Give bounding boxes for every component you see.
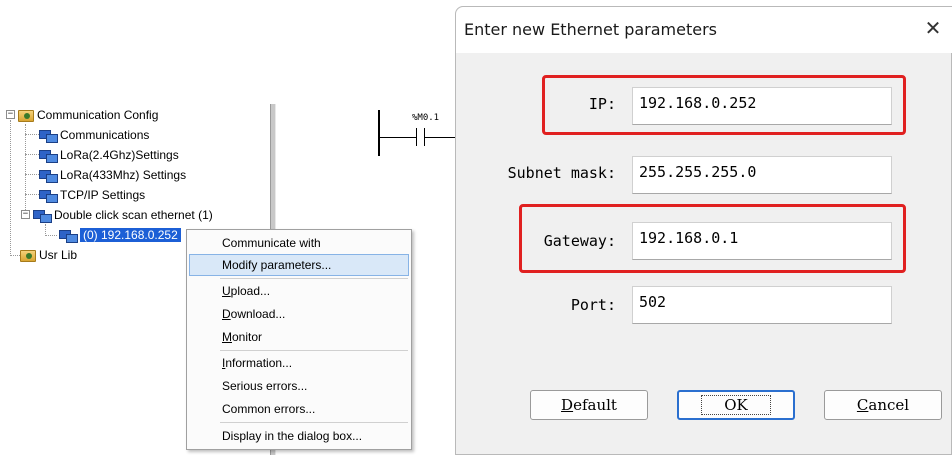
ip-input[interactable]: 192.168.0.252 xyxy=(632,87,892,125)
menu-item-rest: ownload... xyxy=(230,307,286,321)
collapse-toggle-icon[interactable]: − xyxy=(6,110,15,119)
folder-gear-icon xyxy=(18,109,34,122)
mnemonic-letter: D xyxy=(561,396,574,414)
port-input[interactable]: 502 xyxy=(632,286,892,324)
gateway-input[interactable]: 192.168.0.1 xyxy=(632,222,892,260)
menu-item-serious-errors[interactable]: Serious errors... xyxy=(189,375,409,397)
default-button[interactable]: Default xyxy=(530,390,648,420)
subnet-mask-input[interactable]: 255.255.255.0 xyxy=(632,156,892,194)
dialog-title: Enter new Ethernet parameters xyxy=(464,20,717,39)
dialog-titlebar[interactable]: Enter new Ethernet parameters ✕ xyxy=(456,7,952,53)
tree-item-label: Communications xyxy=(60,127,150,142)
network-icon xyxy=(39,188,58,203)
collapse-toggle-icon[interactable]: − xyxy=(21,210,30,219)
tree-connector xyxy=(10,255,20,256)
context-menu: Communicate with Modify parameters... Up… xyxy=(186,229,412,450)
network-icon xyxy=(39,168,58,183)
tree-connector xyxy=(25,134,39,135)
tree-item-lora-433mhz[interactable]: LoRa(433Mhz) Settings xyxy=(39,165,186,184)
tree-connector xyxy=(25,194,39,195)
menu-separator xyxy=(220,422,408,423)
network-icon xyxy=(39,148,58,163)
tree-connector xyxy=(25,124,26,212)
menu-separator xyxy=(220,350,408,351)
network-icon xyxy=(39,128,58,143)
menu-separator xyxy=(220,278,408,279)
menu-item-rest: onitor xyxy=(232,330,263,344)
menu-item-information[interactable]: Information... xyxy=(189,352,409,374)
tree-item-communication-config[interactable]: − Communication Config xyxy=(6,105,158,124)
rung-wire xyxy=(380,137,416,138)
tree-item-usr-lib[interactable]: Usr Lib xyxy=(20,245,77,264)
folder-gear-icon xyxy=(20,249,36,262)
tree-connector xyxy=(25,154,39,155)
ethernet-parameters-dialog: Enter new Ethernet parameters ✕ IP: 192.… xyxy=(455,6,952,455)
menu-item-communicate-with[interactable]: Communicate with xyxy=(189,232,409,254)
contact-variable-label: %M0.1 xyxy=(412,113,440,123)
menu-item-upload[interactable]: Upload... xyxy=(189,280,409,302)
ok-button[interactable]: OK xyxy=(677,390,795,420)
button-label-rest: ancel xyxy=(868,396,910,414)
menu-item-display-dialog[interactable]: Display in the dialog box... xyxy=(189,425,409,447)
port-label: Port: xyxy=(570,296,616,314)
tree-item-communications[interactable]: Communications xyxy=(39,125,149,144)
tree-item-lora-24ghz[interactable]: LoRa(2.4Ghz)Settings xyxy=(39,145,179,164)
power-rail xyxy=(378,110,380,156)
button-label-rest: efault xyxy=(573,396,617,414)
tree-item-label: Usr Lib xyxy=(39,247,78,262)
tree-item-label: (0) 192.168.0.252 xyxy=(80,227,181,242)
tree-item-tcpip-settings[interactable]: TCP/IP Settings xyxy=(39,185,145,204)
rung-wire xyxy=(425,137,455,138)
tree-item-label: Double click scan ethernet (1) xyxy=(54,207,213,222)
mnemonic-letter: D xyxy=(222,307,231,321)
gateway-label: Gateway: xyxy=(543,232,616,250)
mnemonic-letter: U xyxy=(222,284,231,298)
mnemonic-letter: C xyxy=(856,396,869,414)
tree-item-label: LoRa(2.4Ghz)Settings xyxy=(60,147,179,162)
tree-connector xyxy=(45,235,57,236)
tree-connector xyxy=(25,174,39,175)
tree-item-scan-ethernet[interactable]: − Double click scan ethernet (1) xyxy=(21,205,213,224)
cancel-button[interactable]: Cancel xyxy=(824,390,942,420)
tree-item-label: LoRa(433Mhz) Settings xyxy=(60,167,187,182)
ip-label: IP: xyxy=(588,95,616,113)
tree-connector xyxy=(10,120,11,256)
button-label: OK xyxy=(701,395,771,415)
subnet-label: Subnet mask: xyxy=(507,164,616,182)
menu-item-monitor[interactable]: Monitor xyxy=(189,326,409,348)
tree-item-label: TCP/IP Settings xyxy=(60,187,146,202)
menu-item-modify-parameters[interactable]: Modify parameters... xyxy=(189,254,409,276)
menu-item-common-errors[interactable]: Common errors... xyxy=(189,398,409,420)
network-icon xyxy=(59,228,78,243)
network-icon xyxy=(33,208,52,223)
contact-left-bar xyxy=(416,128,417,146)
menu-item-rest: nformation... xyxy=(225,356,293,370)
tree-item-device-ip[interactable]: (0) 192.168.0.252 xyxy=(59,225,181,244)
ladder-rung: %M0.1 xyxy=(378,110,458,160)
menu-item-download[interactable]: Download... xyxy=(189,303,409,325)
menu-item-rest: pload... xyxy=(230,284,271,298)
mnemonic-letter: M xyxy=(222,330,232,344)
tree-item-label: Communication Config xyxy=(37,107,159,122)
close-icon[interactable]: ✕ xyxy=(920,15,946,41)
